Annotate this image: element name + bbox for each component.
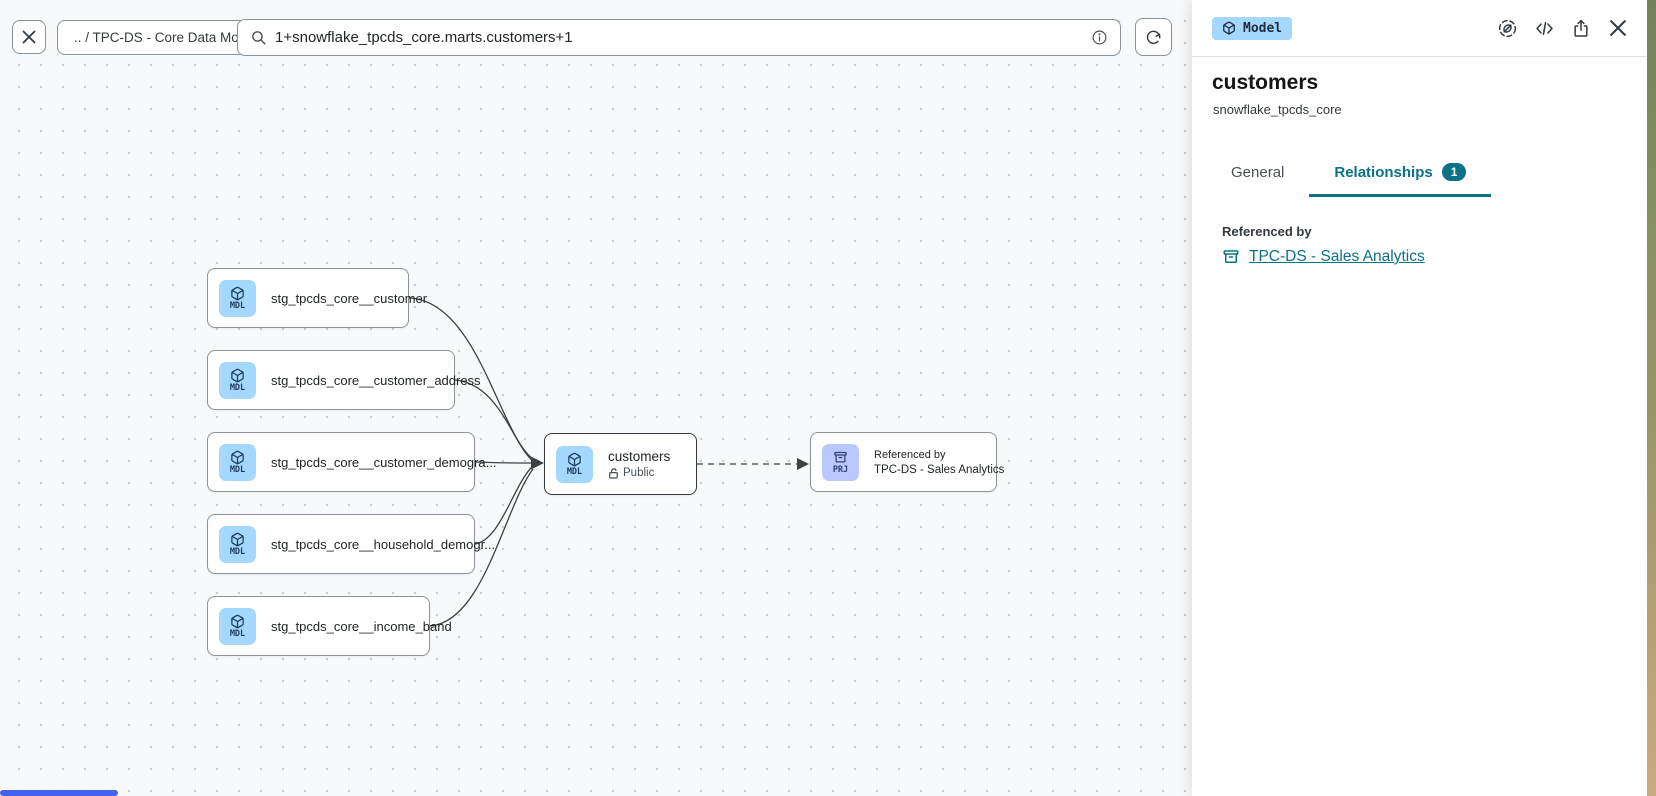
project-archive-icon: PRJ — [822, 444, 859, 481]
model-icon-label: MDL — [230, 384, 245, 393]
node-customers-selected[interactable]: MDL customers Public — [544, 433, 697, 495]
details-panel-header: Model — [1192, 0, 1647, 57]
close-panel-button[interactable] — [1606, 16, 1630, 40]
lineage-canvas[interactable]: MDL stg_tpcds_core__customer MDL stg_tpc… — [0, 0, 1192, 796]
horizontal-scrollbar-thumb[interactable] — [0, 790, 118, 796]
lineage-edges — [0, 0, 1192, 796]
close-icon — [21, 29, 37, 45]
tab-relationships[interactable]: Relationships 1 — [1309, 150, 1491, 197]
model-icon-label: MDL — [567, 468, 582, 477]
node-label: stg_tpcds_core__income_band — [271, 619, 452, 634]
project-icon-label: PRJ — [833, 466, 848, 475]
model-icon-label: MDL — [230, 630, 245, 639]
share-button[interactable] — [1569, 16, 1593, 40]
panel-title: customers — [1212, 71, 1318, 95]
node-stg-tpcds-core-household-demographics[interactable]: MDL stg_tpcds_core__household_demogr... — [207, 514, 475, 574]
tab-general-label: General — [1231, 164, 1284, 181]
node-label: TPC-DS - Sales Analytics — [874, 464, 1004, 476]
refresh-icon — [1145, 29, 1162, 46]
refresh-lineage-button[interactable] — [1135, 18, 1172, 56]
close-icon — [1608, 18, 1628, 38]
background-edge-strip — [1647, 0, 1656, 796]
explore-lineage-button[interactable] — [1495, 16, 1519, 40]
compass-icon — [1497, 18, 1518, 39]
model-cube-icon: MDL — [556, 446, 593, 483]
unlock-icon — [608, 467, 619, 479]
model-icon-label: MDL — [230, 548, 245, 557]
lineage-selector-box — [237, 19, 1121, 56]
model-cube-icon: MDL — [219, 526, 256, 563]
model-type-badge-label: Model — [1243, 21, 1282, 36]
breadcrumb-label: .. / TPC-DS - Core Data Models — [74, 30, 264, 45]
model-icon-label: MDL — [230, 466, 245, 475]
model-cube-icon: MDL — [219, 280, 256, 317]
details-panel: Model customers snowflake_tpcds_core — [1192, 0, 1647, 796]
tab-relationships-label: Relationships — [1334, 164, 1432, 181]
model-icon-label: MDL — [230, 302, 245, 311]
close-lineage-button[interactable] — [12, 20, 46, 54]
search-icon — [250, 29, 267, 46]
node-label: stg_tpcds_core__customer — [271, 291, 427, 306]
node-stg-tpcds-core-customer-demographics[interactable]: MDL stg_tpcds_core__customer_demogra... — [207, 432, 475, 492]
node-stg-tpcds-core-income-band[interactable]: MDL stg_tpcds_core__income_band — [207, 596, 430, 656]
node-access-label: Public — [623, 467, 654, 479]
model-cube-icon: MDL — [219, 608, 256, 645]
model-type-badge: Model — [1212, 17, 1292, 40]
node-label: stg_tpcds_core__customer_demogra... — [271, 455, 496, 470]
tab-general[interactable]: General — [1206, 150, 1309, 197]
referenced-by-section-label: Referenced by — [1222, 224, 1312, 239]
project-archive-icon — [1222, 248, 1240, 266]
relationships-count-badge: 1 — [1442, 163, 1467, 181]
panel-subtitle: snowflake_tpcds_core — [1213, 102, 1342, 117]
node-label: customers — [608, 449, 670, 464]
model-cube-icon — [1222, 21, 1236, 35]
node-stg-tpcds-core-customer[interactable]: MDL stg_tpcds_core__customer — [207, 268, 409, 328]
panel-tabs: General Relationships 1 — [1206, 150, 1491, 197]
lineage-selector-input[interactable] — [275, 29, 1083, 46]
model-cube-icon: MDL — [219, 444, 256, 481]
code-icon — [1534, 18, 1555, 39]
node-project-tpcds-sales-analytics[interactable]: PRJ Referenced by TPC-DS - Sales Analyti… — [810, 432, 997, 492]
model-cube-icon: MDL — [219, 362, 256, 399]
share-icon — [1571, 18, 1591, 39]
referenced-by-project-link[interactable]: TPC-DS - Sales Analytics — [1249, 248, 1425, 266]
node-stg-tpcds-core-customer-address[interactable]: MDL stg_tpcds_core__customer_address — [207, 350, 455, 410]
info-icon[interactable] — [1091, 29, 1108, 46]
node-label: stg_tpcds_core__household_demogr... — [271, 537, 495, 552]
node-label: stg_tpcds_core__customer_address — [271, 373, 481, 388]
node-reference-caption: Referenced by — [874, 449, 1004, 461]
view-code-button[interactable] — [1532, 16, 1556, 40]
referenced-by-item: TPC-DS - Sales Analytics — [1222, 248, 1425, 266]
